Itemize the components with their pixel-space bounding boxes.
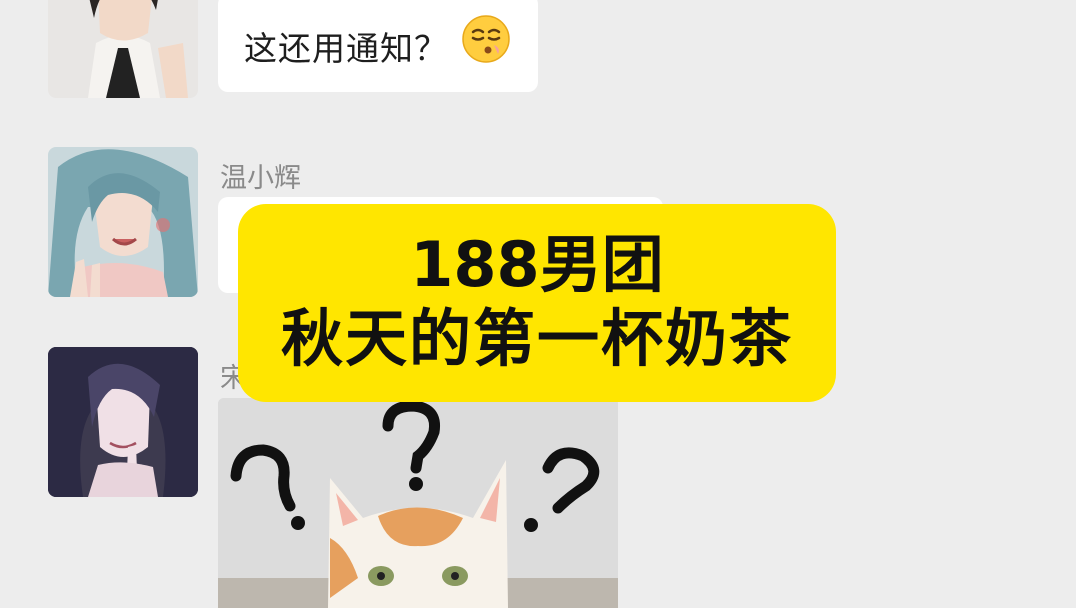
avatar-sender-1[interactable]: [48, 0, 198, 98]
avatar-sender-3[interactable]: [48, 347, 198, 497]
confused-cat-image: [218, 398, 618, 608]
message-text: 这还用通知？: [244, 29, 448, 68]
avatar-sender-2[interactable]: [48, 147, 198, 297]
overlay-title-line-1: 188男团: [410, 228, 664, 301]
overlay-title-line-2: 秋天的第一杯奶茶: [280, 302, 793, 375]
sender-name: 温小辉: [220, 163, 301, 194]
message-bubble-1[interactable]: 这还用通知？: [218, 0, 538, 92]
smirk-face-emoji-icon: [462, 15, 510, 63]
sticker-image[interactable]: [218, 398, 618, 608]
title-overlay-banner: 188男团 秋天的第一杯奶茶: [238, 204, 836, 402]
